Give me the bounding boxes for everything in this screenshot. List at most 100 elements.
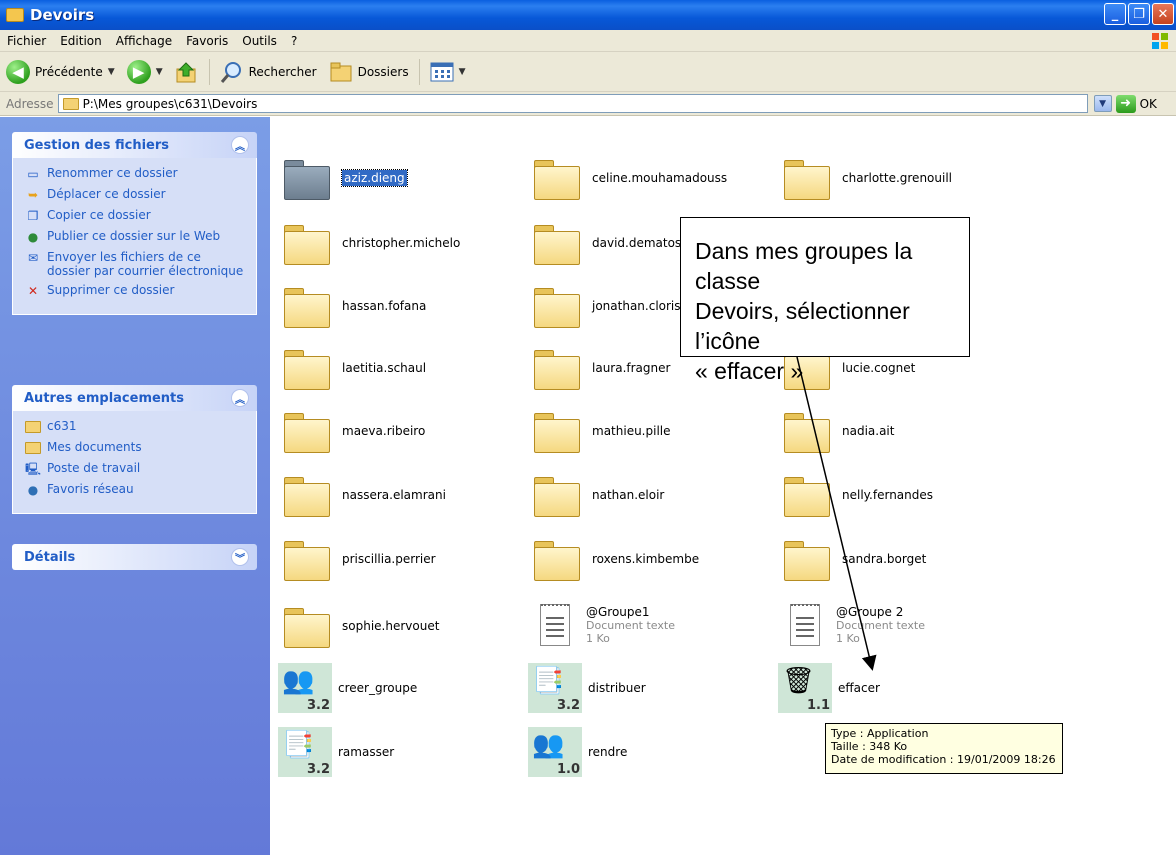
expand-icon[interactable]: ︾ <box>231 548 249 566</box>
people-group-icon: 👥 3.2 <box>278 663 332 713</box>
go-button[interactable]: ➜ OK <box>1115 94 1157 113</box>
search-button[interactable]: Rechercher <box>214 56 323 88</box>
folder-item[interactable]: maeva.ribeiro <box>282 410 425 453</box>
panel-header[interactable]: Autres emplacements ︽ <box>12 385 257 411</box>
toolbar-separator <box>418 58 420 85</box>
minimize-button[interactable]: _ <box>1104 3 1126 25</box>
version-badge: 1.0 <box>556 762 580 777</box>
application-item[interactable]: 👥 3.2 creer_groupe <box>278 663 417 713</box>
folder-item[interactable]: priscillia.perrier <box>282 538 436 581</box>
folder-item[interactable]: aziz.dieng <box>282 157 408 200</box>
tooltip-size: Taille : 348 Ko <box>831 740 908 753</box>
text-document-icon <box>540 604 570 646</box>
folder-item[interactable]: nelly.fernandes <box>782 474 933 517</box>
folder-name: charlotte.grenouill <box>842 171 952 185</box>
folder-item[interactable]: nathan.eloir <box>532 474 665 517</box>
up-folder-button[interactable] <box>169 56 205 88</box>
address-label: Adresse <box>6 96 54 111</box>
folder-icon <box>282 157 330 200</box>
folder-item[interactable]: sophie.hervouet <box>282 605 439 648</box>
chevron-down-icon[interactable]: ▼ <box>156 67 163 77</box>
folder-item[interactable]: david.dematos <box>532 222 681 265</box>
version-badge: 1.1 <box>806 698 830 713</box>
application-item[interactable]: 👥 1.0 rendre <box>528 727 627 777</box>
rename-icon: ▭ <box>27 167 39 181</box>
folder-item[interactable]: mathieu.pille <box>532 410 671 453</box>
windows-logo-icon <box>1152 33 1168 49</box>
folder-item[interactable]: christopher.michelo <box>282 222 461 265</box>
folder-item[interactable]: nadia.ait <box>782 410 895 453</box>
folder-item[interactable]: roxens.kimbembe <box>532 538 699 581</box>
task-publish-web[interactable]: ● Publier ce dossier sur le Web <box>25 229 246 245</box>
forward-button[interactable]: ▶ ▼ <box>121 56 169 88</box>
address-dropdown-button[interactable]: ▼ <box>1093 95 1112 112</box>
toolbar: ◀ Précédente ▼ ▶ ▼ Rechercher Dossiers ▼ <box>0 52 1176 92</box>
folder-name: mathieu.pille <box>592 424 671 438</box>
menu-help[interactable]: ? <box>284 34 304 48</box>
panel-header[interactable]: Gestion des fichiers ︽ <box>12 132 257 158</box>
close-button[interactable]: ✕ <box>1152 3 1174 25</box>
address-input[interactable]: P:\Mes groupes\c631\Devoirs <box>57 94 1088 113</box>
task-email-files[interactable]: ✉ Envoyer les fichiers de ce dossier par… <box>25 250 246 278</box>
folder-icon <box>282 538 330 581</box>
menu-outils[interactable]: Outils <box>235 34 284 48</box>
menu-favoris[interactable]: Favoris <box>179 34 235 48</box>
folder-item[interactable]: jonathan.cloris <box>532 285 681 328</box>
chevron-down-icon[interactable]: ▼ <box>108 67 115 77</box>
task-delete-folder[interactable]: ✕ Supprimer ce dossier <box>25 283 246 299</box>
folder-icon <box>282 285 330 328</box>
folder-item[interactable]: celine.mouhamadouss <box>532 157 727 200</box>
task-rename-folder[interactable]: ▭ Renommer ce dossier <box>25 166 246 182</box>
menu-affichage[interactable]: Affichage <box>109 34 179 48</box>
email-icon: ✉ <box>27 251 39 265</box>
views-button[interactable]: ▼ <box>424 56 472 88</box>
folder-item[interactable]: laura.fragner <box>532 347 670 390</box>
back-button[interactable]: ◀ Précédente ▼ <box>0 56 121 88</box>
chevron-down-icon[interactable]: ▼ <box>459 67 466 77</box>
document-size: 1 Ko <box>586 631 610 645</box>
maximize-button[interactable]: ❐ <box>1128 3 1150 25</box>
collapse-icon[interactable]: ︽ <box>231 389 249 407</box>
folder-name: nadia.ait <box>842 424 895 438</box>
collapse-icon[interactable]: ︽ <box>231 136 249 154</box>
folder-name: christopher.michelo <box>342 236 461 250</box>
panel-header[interactable]: Détails ︾ <box>12 544 257 570</box>
panel-title: Gestion des fichiers <box>24 137 170 153</box>
place-my-documents[interactable]: Mes documents <box>25 440 246 456</box>
other-places-panel: Autres emplacements ︽ c631 Mes documents… <box>12 385 257 514</box>
document-type: Document texte <box>586 618 675 632</box>
folder-item[interactable]: charlotte.grenouill <box>782 157 952 200</box>
document-item[interactable]: @Groupe 2 Document texte 1 Ko <box>782 604 925 646</box>
task-label: Supprimer ce dossier <box>47 283 175 297</box>
menu-edition[interactable]: Edition <box>53 34 109 48</box>
folder-item[interactable]: laetitia.schaul <box>282 347 426 390</box>
folder-name: nathan.eloir <box>592 488 665 502</box>
folders-button[interactable]: Dossiers <box>323 56 415 88</box>
place-my-computer[interactable]: 🖳 Poste de travail <box>25 461 246 477</box>
folder-icon <box>532 538 580 581</box>
application-item[interactable]: 📑 3.2 ramasser <box>278 727 394 777</box>
application-item[interactable]: 📑 3.2 distribuer <box>528 663 646 713</box>
computer-icon: 🖳 <box>25 462 42 476</box>
folder-icon <box>782 538 830 581</box>
task-copy-folder[interactable]: ❐ Copier ce dossier <box>25 208 246 224</box>
document-item[interactable]: @Groupe1 Document texte 1 Ko <box>532 604 675 646</box>
task-pane: Gestion des fichiers ︽ ▭ Renommer ce dos… <box>0 117 270 855</box>
title-bar[interactable]: Devoirs _ ❐ ✕ <box>0 0 1176 30</box>
folder-item[interactable]: hassan.fofana <box>282 285 426 328</box>
folder-icon <box>282 410 330 453</box>
place-network[interactable]: ● Favoris réseau <box>25 482 246 498</box>
document-name: @Groupe1 <box>586 604 650 619</box>
place-c631[interactable]: c631 <box>25 419 246 435</box>
panel-body: ▭ Renommer ce dossier ➥ Déplacer ce doss… <box>12 158 257 315</box>
folder-item[interactable]: sandra.borget <box>782 538 926 581</box>
search-label: Rechercher <box>248 64 317 79</box>
documents-folder-icon <box>25 440 41 456</box>
application-item[interactable]: 🗑 1.1 effacer <box>778 663 880 713</box>
folder-item[interactable]: nassera.elamrani <box>282 474 446 517</box>
task-move-folder[interactable]: ➥ Déplacer ce dossier <box>25 187 246 203</box>
menu-fichier[interactable]: Fichier <box>0 34 53 48</box>
task-label: Envoyer les fichiers de ce dossier par c… <box>47 250 244 278</box>
address-value: P:\Mes groupes\c631\Devoirs <box>82 96 258 111</box>
network-icon: ● <box>27 483 39 497</box>
